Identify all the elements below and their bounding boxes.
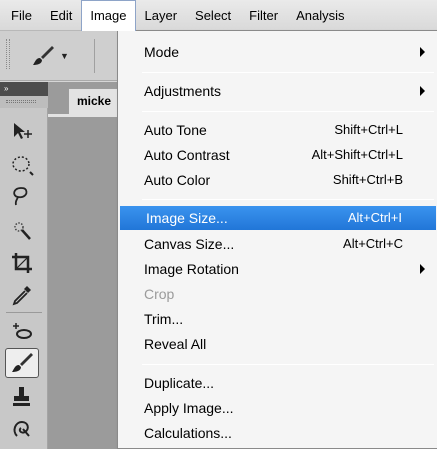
menu-separator	[142, 111, 434, 112]
brush-icon	[33, 46, 54, 65]
lasso-tool[interactable]	[5, 182, 39, 212]
menu-item-calculations[interactable]: Calculations...	[118, 421, 437, 445]
menu-bar: File Edit Image Layer Select Filter Anal…	[0, 0, 437, 31]
menu-item-crop: Crop	[144, 286, 175, 302]
move-tool[interactable]	[5, 116, 39, 146]
menu-file[interactable]: File	[2, 0, 41, 31]
menu-item-auto-color[interactable]: Auto Color Shift+Ctrl+B	[118, 168, 437, 192]
menu-item-mode[interactable]: Mode	[118, 40, 437, 64]
move-icon	[14, 123, 32, 139]
menu-item-canvas-size[interactable]: Canvas Size... Alt+Ctrl+C	[118, 232, 437, 256]
menu-layer[interactable]: Layer	[136, 0, 187, 31]
menu-image[interactable]: Image	[81, 0, 136, 31]
brush-preset-picker[interactable]: ▼	[24, 40, 86, 72]
tools-separator	[6, 312, 42, 313]
options-separator	[94, 39, 95, 73]
image-menu-dropdown: Mode Adjustments Auto Tone Shift+Ctrl+L …	[117, 30, 437, 449]
crop-icon	[12, 253, 32, 273]
document-tab[interactable]: micke	[68, 88, 120, 114]
clone-stamp-tool[interactable]	[5, 382, 39, 412]
history-brush-icon	[13, 420, 30, 437]
menu-item-auto-tone[interactable]: Auto Tone Shift+Ctrl+L	[118, 118, 437, 142]
menu-item-trim[interactable]: Trim...	[118, 307, 437, 331]
menu-item-apply-image[interactable]: Apply Image...	[118, 396, 437, 420]
submenu-arrow-icon	[420, 264, 425, 274]
marquee-tool[interactable]	[5, 150, 39, 180]
menu-item-duplicate[interactable]: Duplicate...	[118, 371, 437, 395]
menu-analysis[interactable]: Analysis	[287, 0, 353, 31]
options-bar: ▼	[0, 31, 120, 81]
menu-item-image-size[interactable]: Image Size... Alt+Ctrl+I	[120, 206, 436, 230]
tools-panel	[0, 108, 48, 449]
clone-stamp-icon	[13, 387, 30, 406]
brush-tool[interactable]	[5, 348, 39, 378]
history-brush-tool[interactable]	[5, 414, 39, 444]
crop-tool[interactable]	[5, 248, 39, 278]
eyedropper-tool[interactable]	[5, 280, 39, 310]
menu-filter[interactable]: Filter	[240, 0, 287, 31]
tools-panel-grip[interactable]	[0, 96, 48, 108]
menu-select[interactable]: Select	[186, 0, 240, 31]
menu-item-image-rotation[interactable]: Image Rotation	[118, 257, 437, 281]
quick-selection-tool[interactable]	[5, 216, 39, 246]
quick-selection-icon	[14, 222, 31, 240]
submenu-arrow-icon	[420, 86, 425, 96]
chevron-down-icon: ▼	[60, 51, 69, 61]
spot-healing-tool[interactable]	[5, 316, 39, 346]
eyedropper-icon	[12, 286, 31, 306]
menu-separator	[142, 199, 434, 200]
menu-separator	[142, 72, 434, 73]
spot-healing-icon	[13, 323, 32, 339]
menu-edit[interactable]: Edit	[41, 0, 81, 31]
menu-item-reveal-all[interactable]: Reveal All	[118, 332, 437, 356]
submenu-arrow-icon	[420, 47, 425, 57]
marquee-icon	[12, 156, 34, 176]
menu-item-adjustments[interactable]: Adjustments	[118, 79, 437, 103]
tools-panel-collapse[interactable]: »	[0, 82, 48, 96]
options-bar-grip[interactable]	[6, 39, 10, 69]
menu-item-auto-contrast[interactable]: Auto Contrast Alt+Shift+Ctrl+L	[118, 143, 437, 167]
menu-separator	[142, 364, 434, 365]
lasso-icon	[13, 187, 28, 206]
brush-icon	[12, 353, 33, 372]
